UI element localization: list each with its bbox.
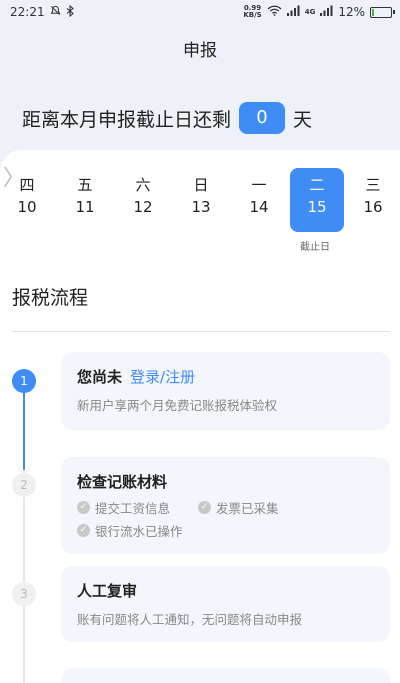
- calendar-date: 16: [363, 198, 383, 216]
- battery-level: [372, 8, 375, 16]
- timeline-line-active: [23, 390, 25, 470]
- calendar-date: 11: [75, 198, 95, 216]
- calendar-day[interactable]: 四 10: [0, 168, 54, 232]
- wifi-icon: [267, 5, 282, 19]
- calendar-date: 10: [17, 198, 37, 216]
- signal-type: 4G: [304, 8, 316, 16]
- step-number-1: 1: [12, 369, 36, 393]
- status-time: 22:21: [10, 5, 45, 19]
- step-number-3: 3: [12, 582, 36, 606]
- calendar-weekday: 六: [135, 176, 151, 194]
- check-item: ✓ 发票已采集: [198, 498, 279, 517]
- section-title: 报税流程: [12, 287, 89, 309]
- check-item: ✓ 提交工资信息: [77, 498, 170, 517]
- calendar-date: 12: [133, 198, 153, 216]
- check-item: ✓ 银行流水已操作: [77, 521, 183, 540]
- calendar-weekday: 一: [251, 176, 267, 194]
- calendar-weekday: 五: [77, 176, 93, 194]
- calendar-date: 14: [249, 198, 269, 216]
- step-title: 人工复审: [77, 582, 138, 600]
- calendar-day[interactable]: 三 16: [346, 168, 400, 232]
- deadline-prefix: 距离本月申报截止日还剩: [22, 108, 232, 131]
- step-card-login[interactable]: 您尚未 登录/注册 新用户享两个月免费记账报税体验权: [61, 352, 390, 430]
- alarm-off-icon: [50, 5, 61, 19]
- check-circle-icon: ✓: [77, 501, 90, 514]
- calendar-day[interactable]: 日 13: [174, 168, 228, 232]
- status-left: 22:21: [10, 4, 75, 20]
- page-title: 申报: [183, 41, 217, 61]
- calendar-weekday: 三: [365, 176, 381, 194]
- step-number-2: 2: [12, 473, 36, 497]
- step-subtitle: 新用户享两个月免费记账报税体验权: [77, 398, 278, 413]
- step-card-next[interactable]: [61, 668, 390, 683]
- step-subtitle: 账有问题将人工通知，无问题将自动申报: [77, 612, 303, 627]
- bluetooth-icon: [66, 4, 75, 20]
- calendar-date: 15: [307, 198, 327, 216]
- calendar-date: 13: [191, 198, 211, 216]
- calendar-day[interactable]: 六 12: [116, 168, 170, 232]
- step-card-materials[interactable]: 检查记账材料 ✓ 提交工资信息 ✓ 发票已采集 ✓ 银行流水已操作: [61, 457, 390, 554]
- check-row: ✓ 提交工资信息 ✓ 发票已采集: [77, 498, 374, 517]
- check-row: ✓ 银行流水已操作: [77, 521, 374, 540]
- deadline-day-label: 截止日: [300, 242, 330, 253]
- divider: [12, 331, 390, 332]
- signal-icon-2: [320, 5, 333, 19]
- calendar-day[interactable]: 五 11: [58, 168, 112, 232]
- deadline-suffix: 天: [293, 108, 313, 131]
- net-speed: 0.99 KB/S: [243, 4, 262, 19]
- calendar-weekday: 四: [19, 176, 35, 194]
- calendar-weekday: 日: [193, 176, 209, 194]
- deadline-banner: 距离本月申报截止日还剩 0 天: [22, 100, 312, 136]
- check-circle-icon: ✓: [77, 524, 90, 537]
- status-bar: 22:21 0.99 KB/S 4G 12%: [0, 0, 400, 24]
- status-right: 0.99 KB/S 4G 12%: [243, 4, 395, 19]
- calendar-day[interactable]: 一 14: [232, 168, 286, 232]
- check-circle-icon: ✓: [198, 501, 212, 514]
- deadline-count-badge: 0: [239, 102, 286, 134]
- battery-icon: [370, 6, 395, 18]
- calendar-weekday: 二: [309, 176, 325, 194]
- step-title: 检查记账材料: [77, 473, 168, 491]
- step-title: 您尚未 登录/注册: [77, 368, 196, 386]
- calendar-day-selected[interactable]: 二 15: [290, 168, 344, 232]
- step-card-review[interactable]: 人工复审 账有问题将人工通知，无问题将自动申报: [61, 566, 390, 642]
- battery-percent: 12%: [338, 5, 365, 19]
- date-strip: 四 10 五 11 六 12 日 13 一 14 二 15 三 16: [0, 168, 400, 238]
- signal-icon: [286, 5, 300, 19]
- login-register-link[interactable]: 登录/注册: [130, 368, 195, 386]
